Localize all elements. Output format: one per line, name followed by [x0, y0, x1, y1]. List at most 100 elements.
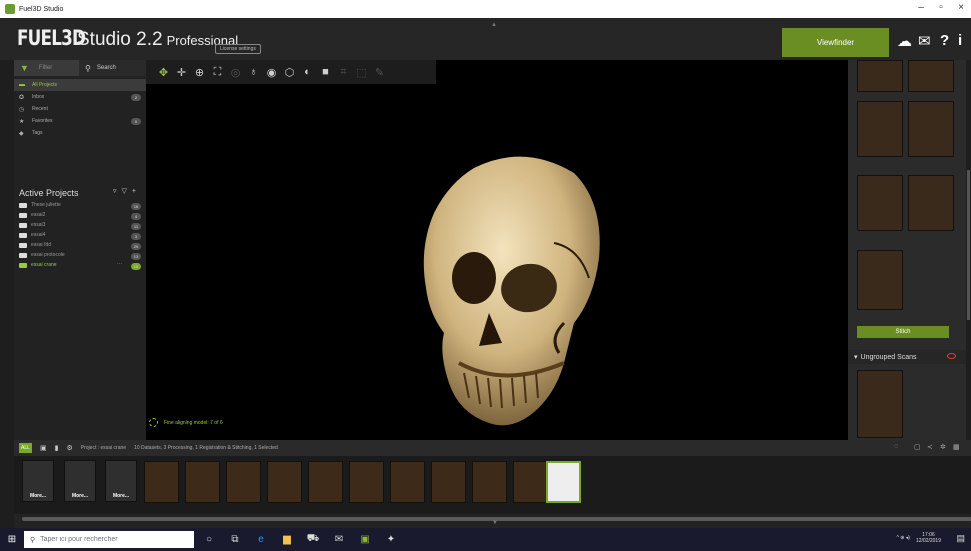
- scan-thumbnail[interactable]: [857, 250, 903, 310]
- mail-icon[interactable]: ✉: [918, 32, 931, 50]
- filmstrip-item[interactable]: [390, 461, 425, 503]
- filmstrip-group[interactable]: More...: [22, 460, 54, 502]
- filmstrip-item[interactable]: [349, 461, 384, 503]
- right-panel: Stitch ▾ Ungrouped Scans: [848, 60, 971, 440]
- zoom-icon[interactable]: ⊕: [192, 62, 207, 82]
- maximize-button[interactable]: ▫: [934, 2, 948, 13]
- all-filter-button[interactable]: ALL: [19, 443, 32, 453]
- minimize-button[interactable]: –: [914, 2, 928, 13]
- taskbar-search[interactable]: ⚲: [24, 531, 194, 548]
- notification-icon[interactable]: ▤: [956, 533, 965, 544]
- clock[interactable]: 17:06 12/02/2019: [916, 532, 941, 544]
- info-icon[interactable]: i: [958, 32, 962, 49]
- mesh-icon[interactable]: ⬡: [282, 62, 297, 82]
- nav-item-favorites[interactable]: ★ Favorites 0: [14, 115, 146, 127]
- filmstrip-item[interactable]: [185, 461, 220, 503]
- brush-icon[interactable]: ✎: [372, 62, 387, 82]
- filmstrip-item[interactable]: [144, 461, 179, 503]
- filter-icon[interactable]: ▿: [113, 188, 122, 195]
- filmstrip-group[interactable]: More...: [105, 460, 137, 502]
- project-label: essai4: [31, 232, 46, 238]
- tray-icons[interactable]: ^ ⊕ ◂): [896, 535, 910, 541]
- ungrouped-scans-header[interactable]: ▾ Ungrouped Scans: [848, 350, 971, 364]
- collapse-header-icon[interactable]: ▲: [491, 22, 497, 28]
- color-swatch-icon[interactable]: ■: [318, 62, 333, 82]
- project-item[interactable]: essai2 4: [14, 210, 146, 220]
- task-view-icon[interactable]: ⧉: [224, 534, 246, 545]
- settings-icon[interactable]: ✲: [940, 443, 946, 451]
- close-button[interactable]: ×: [954, 2, 968, 13]
- texture-icon[interactable]: ◉: [264, 62, 279, 82]
- project-item[interactable]: These juliette 16: [14, 200, 146, 210]
- filmstrip-item[interactable]: [267, 461, 302, 503]
- share-icon[interactable]: ≺: [927, 443, 933, 451]
- eye-icon[interactable]: [947, 353, 956, 359]
- filmstrip-item[interactable]: [226, 461, 261, 503]
- filmstrip-item[interactable]: [513, 461, 548, 503]
- project-item[interactable]: essai3 11: [14, 220, 146, 230]
- fit-view-icon[interactable]: ⛶: [210, 62, 225, 82]
- nav-item-recent[interactable]: ◷ Recent: [14, 103, 146, 115]
- grid-icon[interactable]: ▦: [953, 443, 960, 451]
- app-header: FUEL3D Studio 2.2 Professional License s…: [0, 18, 971, 60]
- scrollbar-thumb[interactable]: [967, 170, 970, 320]
- project-item-active[interactable]: essai crane ··· 10: [14, 260, 146, 270]
- file-explorer-icon[interactable]: ▆: [276, 534, 298, 545]
- pan-icon[interactable]: ✛: [174, 62, 189, 82]
- scan-thumbnail[interactable]: [857, 60, 903, 92]
- taskbar-search-input[interactable]: [40, 536, 191, 543]
- mail-icon[interactable]: ✉: [328, 534, 350, 545]
- scan-thumbnail[interactable]: [857, 175, 903, 231]
- project-item[interactable]: essai4 3: [14, 230, 146, 240]
- help-icon[interactable]: ?: [940, 32, 949, 49]
- skull-model[interactable]: [414, 148, 604, 433]
- cloud-icon[interactable]: ☁: [897, 32, 912, 50]
- settings-icon[interactable]: ⚙: [66, 444, 72, 452]
- filmstrip-item[interactable]: [472, 461, 507, 503]
- viewport-toolbar: ✥ ✛ ⊕ ⛶ ◎ ♁ ◉ ⬡ ◐ ■ ⌗ ⬚ ✎: [146, 60, 436, 84]
- filmstrip-item-selected[interactable]: [546, 461, 581, 503]
- windows-start-icon[interactable]: ⊞: [0, 534, 24, 545]
- fuel3d-app-icon[interactable]: ▣: [354, 534, 376, 545]
- store-icon[interactable]: ⛟: [302, 533, 324, 546]
- scan-thumbnail[interactable]: [908, 101, 954, 157]
- filmstrip-item[interactable]: [431, 461, 466, 503]
- cortana-icon[interactable]: ○: [198, 534, 220, 545]
- filter-tab[interactable]: ▼ Filter: [14, 60, 79, 76]
- stitch-button[interactable]: Stitch: [857, 326, 949, 338]
- search-tab[interactable]: ⚲ Search: [79, 64, 116, 73]
- project-item[interactable]: essai protocole 13: [14, 250, 146, 260]
- nav-item-inbox[interactable]: ✪ Inbox 2: [14, 91, 146, 103]
- select-icon[interactable]: ⬚: [354, 62, 369, 82]
- 3d-viewport[interactable]: ▲ ✥ ✛ ⊕ ⛶ ◎ ♁ ◉ ⬡ ◐ ■ ⌗ ⬚ ✎ Fine alignin…: [146, 22, 848, 440]
- rotate-icon[interactable]: ✥: [156, 62, 171, 82]
- tripod-icon[interactable]: ▮: [55, 444, 59, 452]
- scan-thumbnail[interactable]: [857, 101, 903, 157]
- nav-item-tags[interactable]: ◆ Tags: [14, 127, 146, 139]
- license-settings-button[interactable]: License settings: [215, 44, 261, 54]
- square-icon[interactable]: ▢: [914, 443, 921, 451]
- add-icon[interactable]: +: [132, 188, 141, 195]
- focus-icon[interactable]: ◎: [228, 62, 243, 82]
- info-icon[interactable]: ◌: [894, 443, 898, 450]
- scan-thumbnail[interactable]: [908, 175, 954, 231]
- filter-icon[interactable]: ▽: [122, 188, 132, 195]
- project-item[interactable]: essai fdd 29: [14, 240, 146, 250]
- collapse-icon[interactable]: ▼: [492, 520, 498, 526]
- camera-icon[interactable]: ▣: [40, 444, 47, 452]
- edge-icon[interactable]: e: [250, 534, 272, 545]
- filmstrip-group[interactable]: More...: [64, 460, 96, 502]
- viewfinder-button[interactable]: Viewfinder: [782, 28, 889, 57]
- shading-icon[interactable]: ◐: [300, 62, 315, 82]
- nav-item-all-projects[interactable]: ▬ All Projects: [14, 79, 146, 91]
- scan-thumbnail[interactable]: [908, 60, 954, 92]
- filmstrip-scrollbar[interactable]: ▼: [14, 514, 971, 528]
- crop-icon[interactable]: ⌗: [336, 62, 351, 82]
- more-icon[interactable]: ···: [117, 261, 122, 267]
- nav-label: All Projects: [32, 82, 58, 88]
- light-icon[interactable]: ♁: [246, 62, 261, 82]
- filmstrip-item[interactable]: [308, 461, 343, 503]
- right-scrollbar[interactable]: [966, 60, 971, 440]
- scan-thumbnail[interactable]: [857, 370, 903, 438]
- app-icon[interactable]: ✦: [380, 534, 402, 545]
